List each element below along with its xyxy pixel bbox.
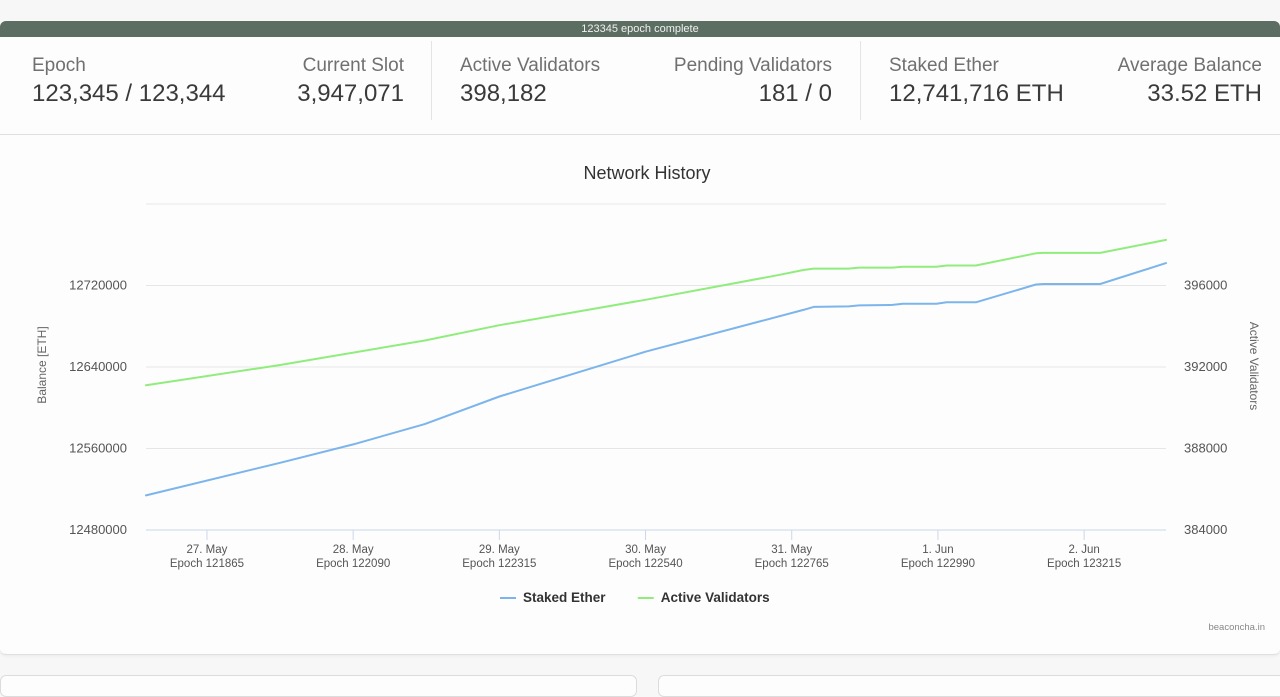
- legend-label: Staked Ether: [523, 590, 606, 605]
- lower-right-card: [658, 675, 1280, 697]
- chart-credits[interactable]: beaconcha.in: [1208, 622, 1265, 633]
- stat-pending-validators-value[interactable]: 181 / 0: [674, 79, 832, 109]
- series-line-active-validators: [145, 238, 1167, 387]
- x-axis: 27. May Epoch 121865 28. May Epoch 122090 29…: [146, 529, 1166, 570]
- y-tick-label-left: 12640000: [69, 359, 127, 374]
- network-history-chart: Network History 27. May Epoch 121865 28. M…: [35, 163, 1265, 633]
- stat-pending-validators-label: Pending Validators: [673, 55, 832, 76]
- x-tick-label-date: 27. May: [187, 544, 228, 556]
- x-tick-label-epoch: Epoch 122090: [316, 558, 390, 570]
- x-tick-label-date: 28. May: [333, 544, 374, 556]
- chart-legend: Staked Ether Active Validators: [500, 590, 770, 605]
- stat-staked-ether: Staked Ether 12,741,716 ETH: [889, 54, 1064, 109]
- stat-average-balance: Average Balance 33.52 ETH: [1118, 54, 1262, 109]
- y-tick-label-right: 384000: [1184, 522, 1227, 537]
- x-tick-label-epoch: Epoch 122540: [608, 558, 682, 570]
- legend-item-active-validators[interactable]: Active Validators: [637, 590, 770, 605]
- x-tick-label-epoch: Epoch 122315: [462, 558, 536, 570]
- y-axis-right: 384000 388000 392000 396000: [1184, 278, 1227, 538]
- stat-active-validators: Active Validators 398,182: [460, 54, 600, 109]
- x-tick-label-date: 1. Jun: [922, 544, 953, 556]
- y-axis-left-title: Balance [ETH]: [35, 326, 49, 403]
- y-tick-label-right: 388000: [1184, 441, 1227, 456]
- chart-title: Network History: [583, 163, 710, 183]
- x-tick-label-epoch: Epoch 122990: [901, 558, 975, 570]
- stat-active-validators-value[interactable]: 398,182: [460, 79, 600, 109]
- y-tick-label-right: 396000: [1184, 278, 1227, 293]
- stat-current-slot-value[interactable]: 3,947,071: [297, 79, 404, 109]
- x-tick-label-date: 29. May: [479, 544, 520, 556]
- epoch-progress-bar: 123345 epoch complete: [0, 21, 1280, 37]
- lower-left-card: [0, 675, 637, 697]
- stat-epoch: Epoch 123,345 / 123,344: [32, 54, 226, 109]
- stat-group-epoch: Epoch 123,345 / 123,344 Current Slot 3,9…: [0, 37, 432, 134]
- x-tick-label-epoch: Epoch 123215: [1047, 558, 1121, 570]
- series-lines: [145, 238, 1167, 497]
- legend-item-staked-ether[interactable]: Staked Ether: [500, 590, 606, 605]
- stat-current-slot-label: Current Slot: [302, 55, 404, 76]
- stat-group-validators: Active Validators 398,182 Pending Valida…: [432, 37, 861, 134]
- stat-average-balance-label: Average Balance: [1117, 55, 1262, 76]
- stat-active-validators-label: Active Validators: [460, 55, 601, 76]
- stat-epoch-label: Epoch: [32, 55, 86, 76]
- stat-current-slot: Current Slot 3,947,071: [297, 54, 404, 109]
- stat-epoch-value[interactable]: 123,345 / 123,344: [32, 79, 226, 109]
- network-summary-card: 123345 epoch complete Epoch 123,345 / 12…: [0, 21, 1280, 135]
- y-axis-left: 12480000 12560000 12640000 12720000: [69, 278, 127, 538]
- x-tick-label-date: 31. May: [771, 544, 812, 556]
- x-tick-label-date: 30. May: [625, 544, 666, 556]
- stats-row: Epoch 123,345 / 123,344 Current Slot 3,9…: [0, 37, 1280, 134]
- stat-average-balance-value: 33.52 ETH: [1147, 80, 1262, 107]
- legend-label: Active Validators: [661, 590, 770, 605]
- y-tick-label-left: 12560000: [69, 441, 127, 456]
- y-tick-label-right: 392000: [1184, 359, 1227, 374]
- y-axis-right-title: Active Validators: [1247, 322, 1261, 410]
- y-tick-label-left: 12480000: [69, 522, 127, 537]
- stat-staked-ether-label: Staked Ether: [889, 55, 999, 76]
- stat-pending-validators: Pending Validators 181 / 0: [674, 54, 832, 109]
- x-tick-label-date: 2. Jun: [1068, 544, 1099, 556]
- y-tick-label-left: 12720000: [69, 278, 127, 293]
- stat-staked-ether-value: 12,741,716 ETH: [889, 80, 1064, 107]
- stat-group-ether: Staked Ether 12,741,716 ETH Average Bala…: [861, 37, 1280, 134]
- epoch-progress-text: 123345 epoch complete: [581, 23, 699, 35]
- x-tick-label-epoch: Epoch 121865: [170, 558, 244, 570]
- grid-lines: [146, 203, 1166, 449]
- network-history-card: Network History 27. May Epoch 121865 28. M…: [0, 135, 1280, 655]
- x-tick-label-epoch: Epoch 122765: [755, 558, 829, 570]
